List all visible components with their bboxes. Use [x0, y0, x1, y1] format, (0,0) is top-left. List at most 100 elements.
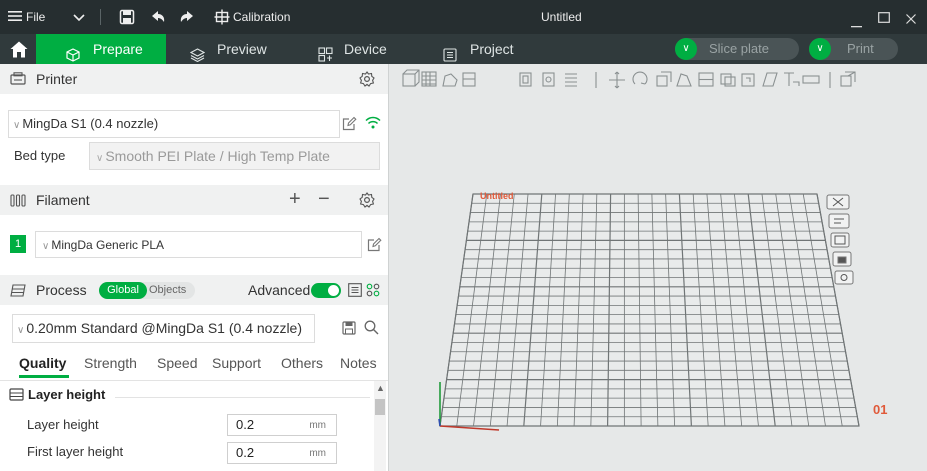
home-icon[interactable] — [10, 41, 28, 61]
objects-option[interactable]: Objects — [149, 282, 186, 299]
toggle-knob — [328, 285, 339, 296]
tab-support[interactable]: Support — [212, 355, 261, 371]
delete-plate-icon[interactable] — [826, 194, 850, 210]
first-layer-height-input[interactable]: 0.2 mm — [227, 442, 337, 464]
process-tabs: Quality Strength Speed Support Others No… — [0, 355, 388, 378]
lock-plate-icon[interactable] — [832, 251, 852, 267]
tab-speed[interactable]: Speed — [157, 355, 197, 371]
main-toolbar: Prepare Preview Device Project ∨ Slice p… — [0, 34, 927, 64]
slice-plate-button[interactable]: ∨ Slice plate — [675, 38, 799, 60]
tab-label: Project — [470, 41, 514, 57]
edit-icon[interactable] — [342, 116, 357, 134]
bed-type-value: Smooth PEI Plate / High Temp Plate — [105, 148, 330, 164]
chevron-down-icon[interactable]: ∨ — [809, 38, 831, 60]
redo-icon[interactable] — [179, 9, 195, 28]
search-icon[interactable] — [364, 320, 379, 338]
process-icon — [10, 284, 26, 300]
gear-icon[interactable] — [359, 71, 375, 90]
param-label: First layer height — [27, 444, 124, 459]
param-value: 0.2 — [236, 417, 255, 432]
plate-controls — [826, 194, 854, 285]
filament-select[interactable]: ∨ MingDa Generic PLA — [35, 231, 362, 258]
process-section-label: Process — [36, 282, 87, 298]
tab-quality[interactable]: Quality — [19, 355, 66, 371]
group-divider — [115, 397, 370, 398]
param-label: Layer height — [27, 417, 99, 432]
wifi-icon[interactable] — [365, 116, 381, 132]
print-button[interactable]: ∨ Print — [809, 38, 898, 60]
title-bar: File Calibration Untitled — [0, 0, 927, 34]
filament-section-header: Filament + − — [0, 185, 388, 215]
menu-icon[interactable] — [8, 10, 22, 25]
param-unit: mm — [309, 448, 326, 459]
scrollbar-thumb[interactable] — [375, 399, 385, 415]
tab-strength[interactable]: Strength — [84, 355, 137, 371]
edit-icon[interactable] — [367, 237, 382, 255]
filament-select-value: MingDa Generic PLA — [51, 238, 165, 252]
active-tab-underline — [19, 375, 69, 378]
tab-others[interactable]: Others — [281, 355, 323, 371]
layer-height-group-title: Layer height — [28, 387, 106, 402]
orient-plate-icon[interactable] — [828, 213, 850, 229]
tab-label: Device — [344, 41, 387, 57]
layers-icon — [9, 388, 24, 404]
save-icon[interactable] — [342, 321, 356, 338]
close-icon[interactable] — [906, 12, 916, 27]
calibration-icon — [214, 9, 230, 28]
tab-preview[interactable]: Preview — [189, 34, 280, 64]
process-preset-select[interactable]: ∨ 0.20mm Standard @MingDa S1 (0.4 nozzle) — [12, 314, 315, 343]
layer-height-input[interactable]: 0.2 mm — [227, 414, 337, 436]
printer-section-header: Printer — [0, 64, 388, 94]
advanced-label: Advanced — [248, 282, 311, 298]
global-objects-switch[interactable]: Global Objects — [99, 282, 195, 299]
list-icon[interactable] — [348, 283, 362, 300]
minimize-icon[interactable] — [851, 16, 862, 31]
calibration-menu[interactable]: Calibration — [233, 0, 290, 34]
print-label: Print — [847, 41, 874, 56]
printer-select[interactable]: ∨ MingDa S1 (0.4 nozzle) — [8, 110, 340, 138]
bed-type-label: Bed type — [14, 148, 66, 163]
bed-type-select[interactable]: ∨ Smooth PEI Plate / High Temp Plate — [89, 142, 380, 170]
tab-label: Preview — [217, 41, 267, 57]
tab-label: Prepare — [93, 41, 143, 57]
filament-index-badge[interactable]: 1 — [10, 235, 26, 253]
plate-title: Untitled — [480, 191, 514, 201]
global-option[interactable]: Global — [99, 282, 147, 299]
3d-viewport[interactable]: Untitled 01 — [389, 64, 927, 471]
param-unit: mm — [309, 420, 326, 431]
undo-icon[interactable] — [150, 9, 166, 28]
tab-prepare[interactable]: Prepare — [36, 34, 166, 64]
remove-filament-button[interactable]: − — [318, 188, 330, 210]
slice-plate-label: Slice plate — [709, 41, 769, 56]
window-title: Untitled — [541, 10, 582, 24]
printer-icon — [10, 72, 26, 89]
file-menu[interactable]: File — [26, 0, 45, 34]
compare-icon[interactable] — [366, 283, 380, 300]
plate-number: 01 — [873, 402, 887, 417]
process-preset-value: 0.20mm Standard @MingDa S1 (0.4 nozzle) — [26, 320, 303, 336]
gear-icon[interactable] — [359, 192, 375, 211]
separator — [100, 9, 101, 25]
y-axis — [438, 418, 441, 427]
chevron-down-icon[interactable] — [73, 11, 85, 26]
scrollbar[interactable]: ▲ — [374, 381, 386, 471]
tab-project[interactable]: Project — [443, 34, 523, 64]
filament-icon — [10, 194, 26, 210]
process-section-header: Process Global Objects Advanced — [0, 275, 388, 305]
add-filament-button[interactable]: + — [289, 188, 301, 210]
param-value: 0.2 — [236, 445, 255, 460]
filament-section-label: Filament — [36, 192, 90, 208]
plate-settings-icon[interactable] — [834, 270, 854, 285]
divider — [0, 380, 388, 381]
printer-section-label: Printer — [36, 71, 78, 87]
advanced-toggle[interactable] — [311, 283, 341, 298]
maximize-icon[interactable] — [878, 11, 890, 26]
settings-panel: Printer ∨ MingDa S1 (0.4 nozzle) Bed type… — [0, 64, 388, 471]
printer-select-value: MingDa S1 (0.4 nozzle) — [22, 116, 159, 131]
scroll-up-icon[interactable]: ▲ — [376, 383, 385, 393]
tab-device[interactable]: Device — [318, 34, 398, 64]
save-icon[interactable] — [119, 9, 135, 28]
tab-notes[interactable]: Notes — [340, 355, 377, 371]
chevron-down-icon[interactable]: ∨ — [675, 38, 697, 60]
arrange-plate-icon[interactable] — [830, 232, 850, 248]
